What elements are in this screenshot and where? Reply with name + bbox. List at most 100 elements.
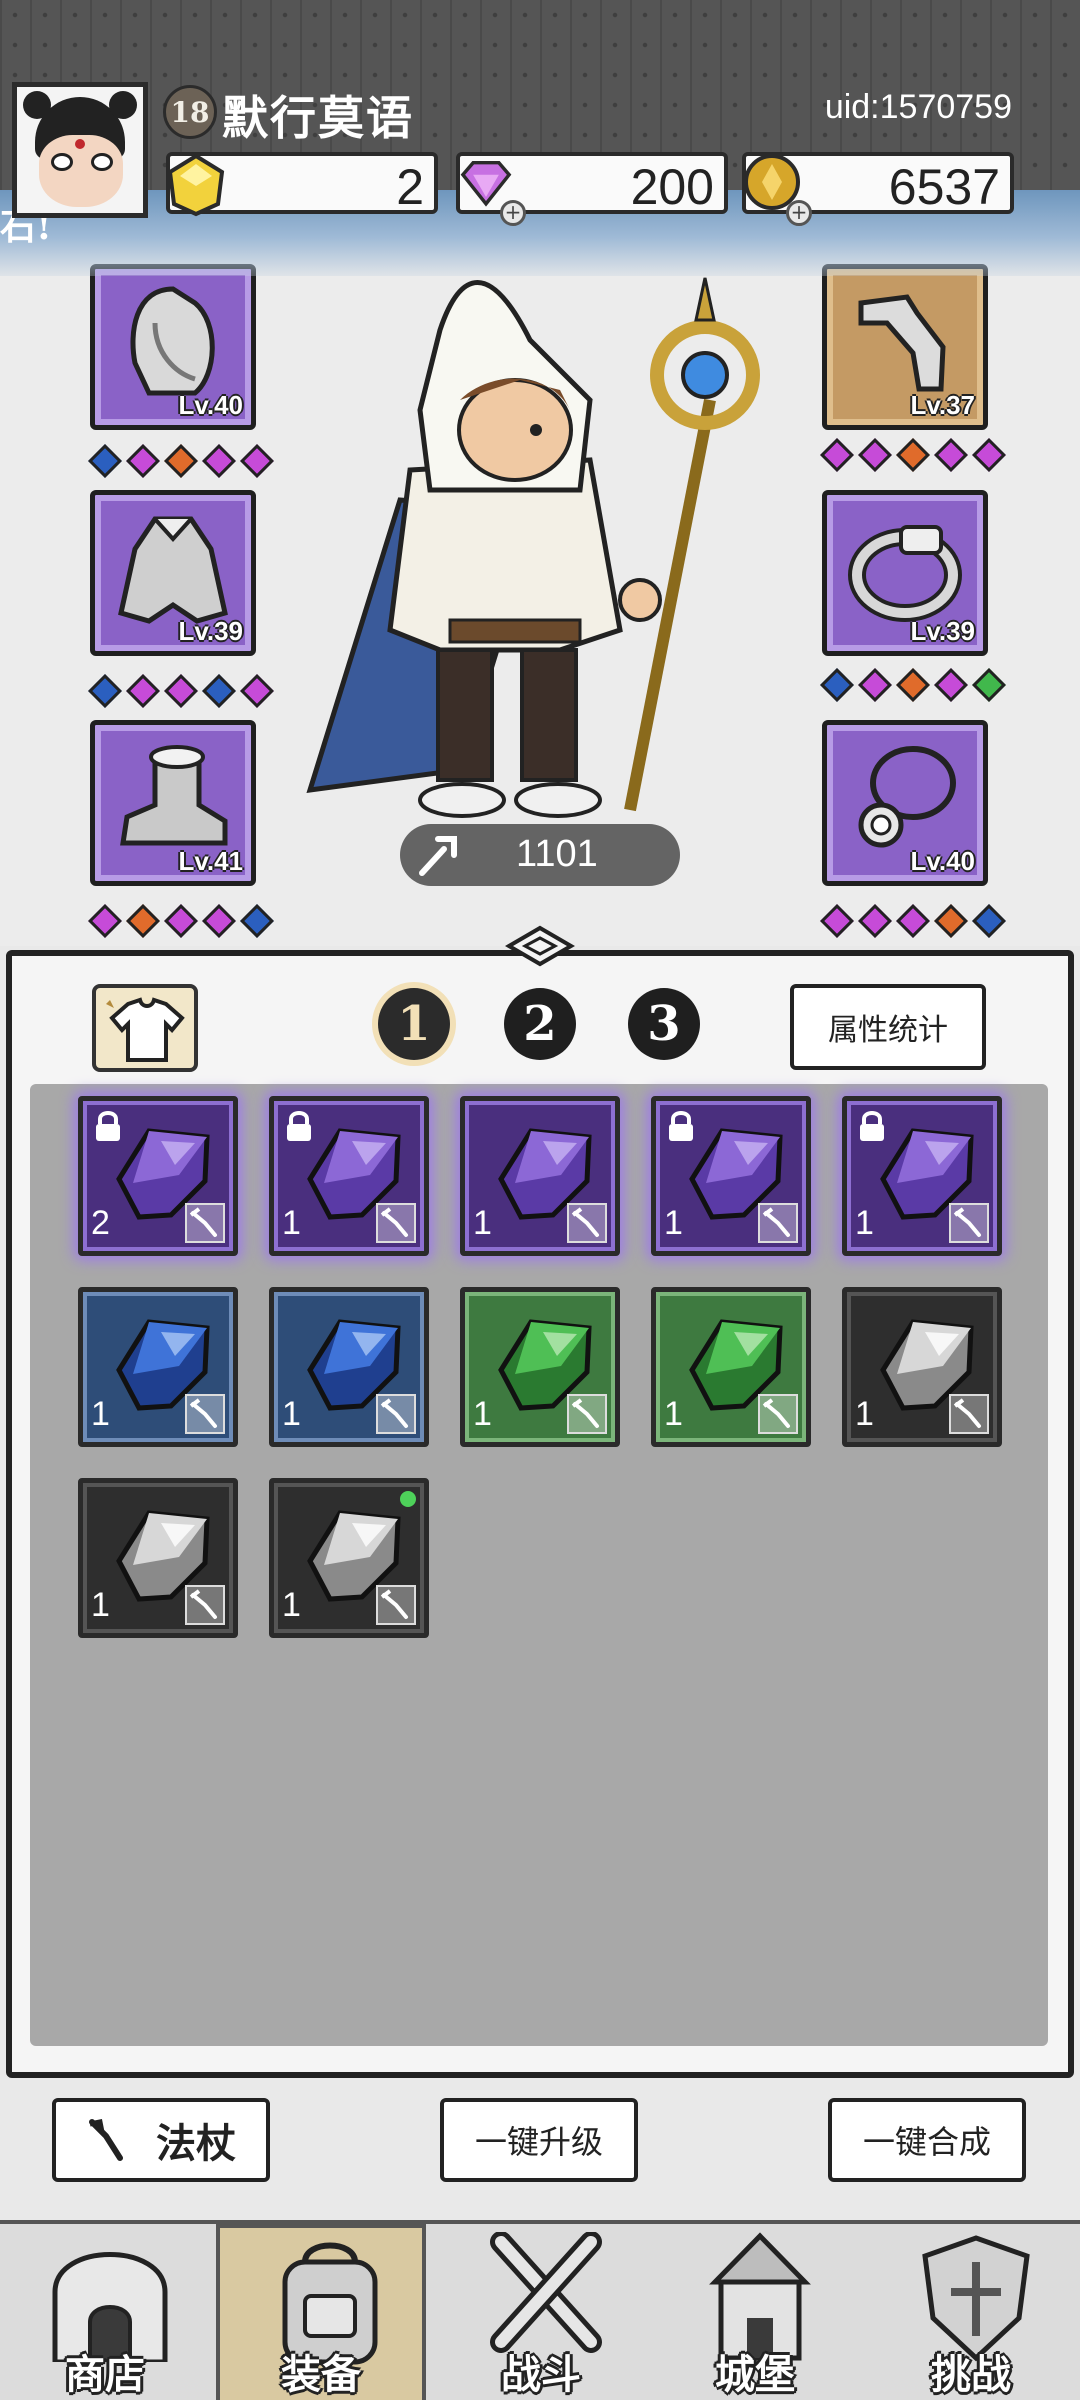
gem-count: 1 <box>282 1395 301 1433</box>
equip-slot-boot[interactable]: Lv.41 <box>90 720 256 886</box>
outfit-button[interactable] <box>92 984 198 1072</box>
player-level-badge: 18 <box>163 85 217 139</box>
slot-level: Lv.40 <box>178 390 243 420</box>
gem-slot[interactable]: 1 <box>460 1287 620 1447</box>
staff-type-icon <box>758 1394 798 1434</box>
staff-type-icon <box>376 1203 416 1243</box>
slot-level: Lv.40 <box>910 846 975 876</box>
gem-count: 1 <box>664 1204 683 1242</box>
gem-slot[interactable]: 1 <box>269 1096 429 1256</box>
player-uid: uid:1570759 <box>824 88 1012 126</box>
gem-count: 1 <box>282 1586 301 1624</box>
hero-mage-character <box>306 277 760 818</box>
glove-icon <box>858 294 946 392</box>
gem-count: 1 <box>855 1204 874 1242</box>
cape-icon <box>118 516 228 624</box>
staff-type-icon <box>758 1203 798 1243</box>
hood-icon <box>130 286 215 396</box>
equip-slot-hood[interactable]: Lv.40 <box>90 264 256 430</box>
coin-value: 6537 <box>888 159 1000 215</box>
nav-castle-label: 城堡 <box>715 2351 795 2398</box>
gem-count: 1 <box>855 1395 874 1433</box>
necklace-icon <box>858 746 956 848</box>
staff-type-icon <box>567 1394 607 1434</box>
equip-slot-ring[interactable]: Lv.39 <box>822 490 988 656</box>
staff-type-icon <box>949 1394 989 1434</box>
nav-challenge-label: 挑战 <box>931 2351 1011 2398</box>
nav-castle[interactable]: 城堡 <box>650 2224 860 2400</box>
gem-count: 1 <box>473 1395 492 1433</box>
gem-count: 1 <box>91 1395 110 1433</box>
boot-icon <box>120 745 228 846</box>
gem-slot[interactable]: 2 <box>78 1096 238 1256</box>
gem-count: 1 <box>664 1395 683 1433</box>
weapon-filter-label: 法杖 <box>156 2120 236 2167</box>
gem-slot[interactable]: 1 <box>651 1287 811 1447</box>
combat-power-badge: 1101 <box>400 824 680 886</box>
staff-type-icon <box>376 1394 416 1434</box>
shirt-icon <box>106 997 185 1062</box>
lock-icon <box>287 1111 311 1141</box>
gem-count: 1 <box>282 1204 301 1242</box>
ring-gem-sockets <box>820 668 1006 702</box>
new-indicator-dot <box>400 1491 416 1507</box>
upgrade-all-button[interactable]: 一键升级 <box>440 2098 638 2182</box>
gem-slot[interactable]: 1 <box>78 1287 238 1447</box>
staff-type-icon <box>185 1394 225 1434</box>
diamond-value: 200 <box>630 159 714 215</box>
nav-shop-label: 商店 <box>65 2351 145 2398</box>
staff-icon <box>89 2119 123 2161</box>
slot-level: Lv.39 <box>910 616 975 646</box>
nav-shop[interactable]: 商店 <box>0 2224 210 2400</box>
gem-slot[interactable]: 1 <box>842 1096 1002 1256</box>
cape-gem-sockets <box>88 674 274 708</box>
nav-challenge[interactable]: 挑战 <box>866 2224 1076 2400</box>
gem-slot[interactable]: 1 <box>78 1478 238 1638</box>
combat-power-value: 1101 <box>516 833 598 875</box>
equip-slot-necklace[interactable]: Lv.40 <box>822 720 988 886</box>
gem-count: 2 <box>91 1204 110 1242</box>
nav-equipment[interactable]: 装备 <box>216 2224 426 2400</box>
bottom-navigation: 商店 装备 战斗 城堡 挑战 <box>0 2220 1080 2400</box>
gem-count: 1 <box>91 1586 110 1624</box>
ring-icon <box>848 525 962 622</box>
staff-type-icon <box>376 1585 416 1625</box>
merge-all-button[interactable]: 一键合成 <box>828 2098 1026 2182</box>
glove-gem-sockets <box>820 438 1006 472</box>
gem-slot[interactable]: 1 <box>269 1478 429 1638</box>
player-avatar[interactable] <box>12 82 148 218</box>
gem-slot[interactable]: 1 <box>460 1096 620 1256</box>
set-tab-1[interactable]: 1 <box>378 988 450 1060</box>
set-tab-2[interactable]: 2 <box>504 988 576 1060</box>
set-tab-3[interactable]: 3 <box>628 988 700 1060</box>
lock-icon <box>96 1111 120 1141</box>
weapon-filter-button[interactable]: 法杖 <box>52 2098 270 2182</box>
gem-slot[interactable]: 1 <box>651 1096 811 1256</box>
gold-crystal-icon <box>167 153 225 217</box>
staff-type-icon <box>949 1203 989 1243</box>
gem-count: 1 <box>473 1204 492 1242</box>
currency-gold-crystal[interactable]: 2 <box>166 152 438 217</box>
lock-icon <box>860 1111 884 1141</box>
boot-gem-sockets <box>88 904 274 938</box>
nav-equipment-label: 装备 <box>281 2351 361 2398</box>
nav-battle[interactable]: 战斗 <box>436 2224 646 2400</box>
add-diamond-icon[interactable]: + <box>500 200 526 226</box>
player-name: 默行莫语 <box>222 91 414 145</box>
gold-crystal-value: 2 <box>396 159 424 215</box>
attribute-stats-button[interactable]: 属性统计 <box>790 984 986 1070</box>
gem-slot[interactable]: 1 <box>269 1287 429 1447</box>
staff-type-icon <box>185 1203 225 1243</box>
gem-slot[interactable]: 1 <box>842 1287 1002 1447</box>
panel-ornament <box>505 925 575 967</box>
currency-diamond[interactable]: + 200 <box>456 152 728 226</box>
equip-slot-cape[interactable]: Lv.39 <box>90 490 256 656</box>
hood-gem-sockets <box>88 444 274 478</box>
nav-battle-label: 战斗 <box>501 2351 581 2398</box>
currency-coin[interactable]: + 6537 <box>742 152 1014 226</box>
lock-icon <box>669 1111 693 1141</box>
add-coin-icon[interactable]: + <box>786 200 812 226</box>
equip-slot-glove[interactable]: Lv.37 <box>822 264 988 430</box>
slot-level: Lv.37 <box>910 390 975 420</box>
staff-type-icon <box>567 1203 607 1243</box>
